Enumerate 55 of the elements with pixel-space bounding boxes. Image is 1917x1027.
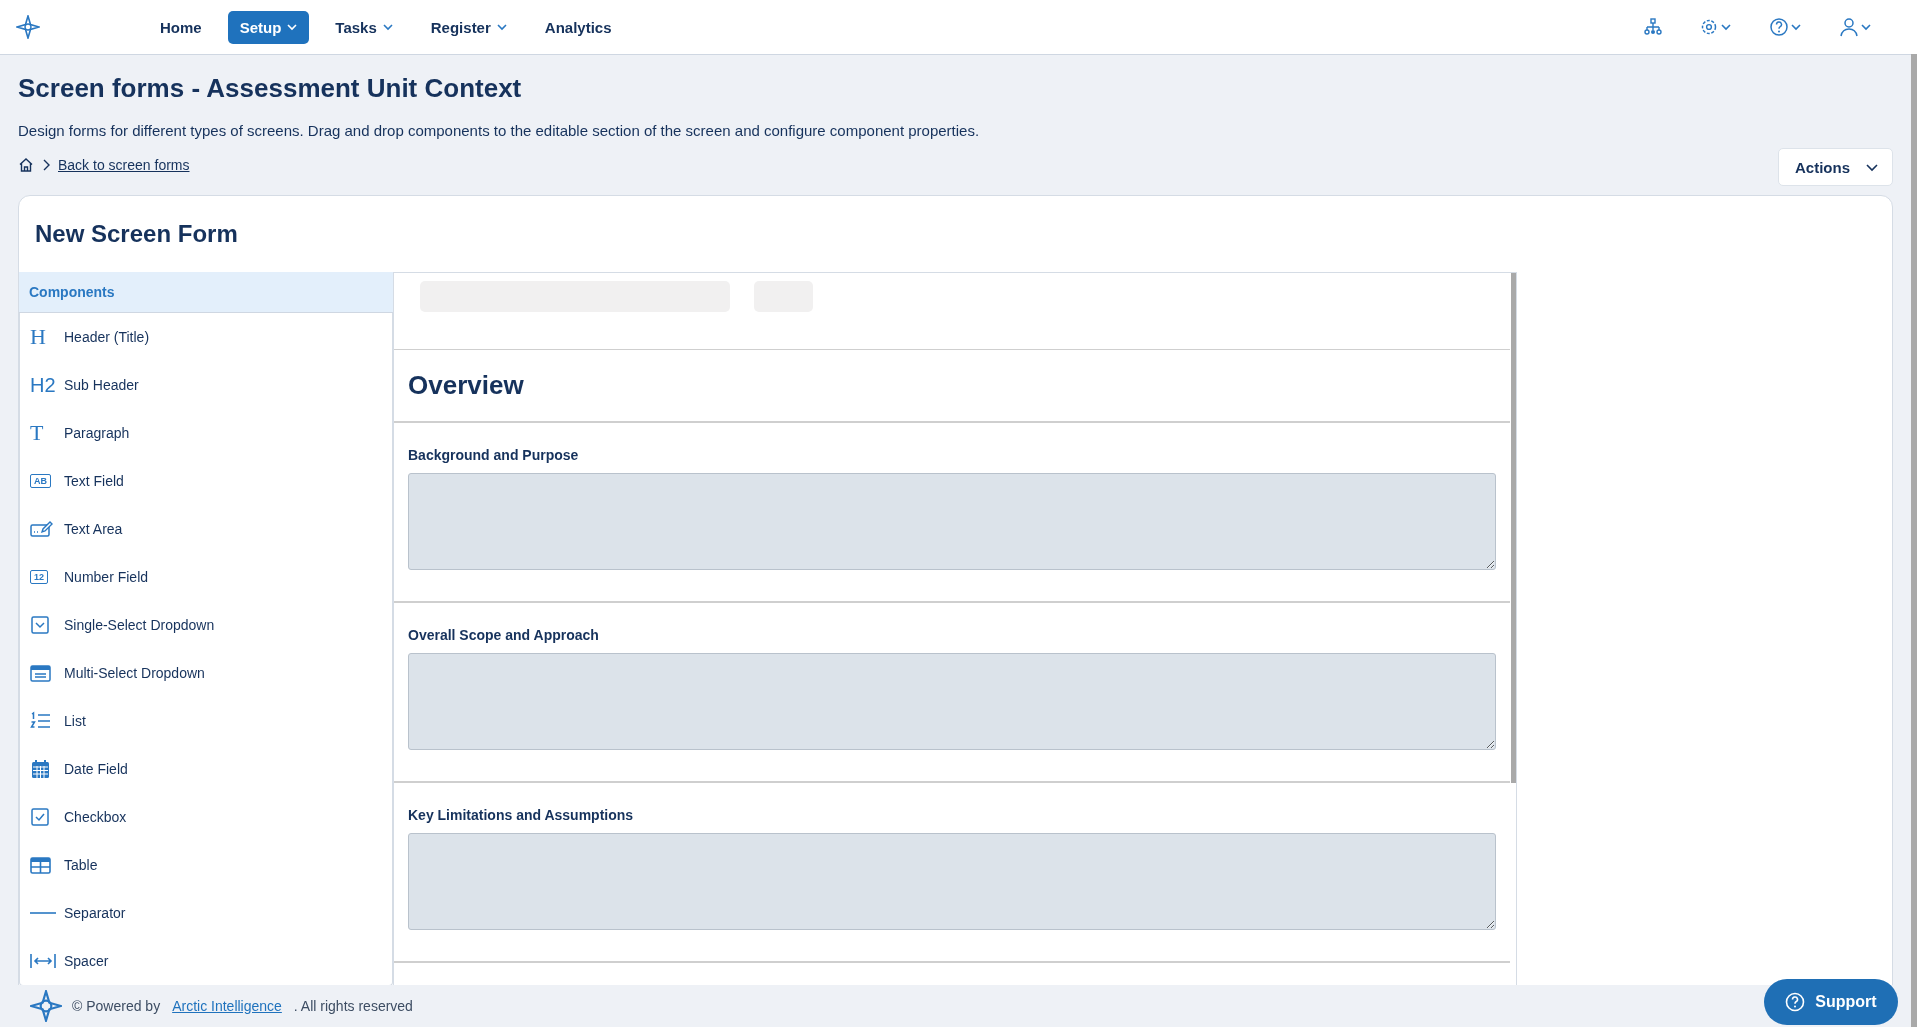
- component-item[interactable]: 12 Number Field: [20, 553, 392, 601]
- heading-glyph-icon: H2: [30, 375, 56, 395]
- chevron-right-icon: [42, 159, 50, 171]
- line-icon: [30, 912, 56, 914]
- nav-tab[interactable]: Home: [148, 10, 214, 44]
- nav-tab[interactable]: Tasks: [323, 10, 405, 44]
- user-icon[interactable]: [1839, 17, 1873, 37]
- section-heading: Overview: [408, 370, 524, 401]
- scrollbar[interactable]: [1911, 54, 1917, 1027]
- heading-glyph-icon: T: [30, 422, 44, 444]
- text-area-field[interactable]: [408, 473, 1496, 570]
- component-item[interactable]: H Header (Title): [20, 313, 392, 361]
- form-title: New Screen Form: [35, 220, 239, 248]
- settings-icon[interactable]: [1699, 17, 1733, 37]
- components-header: Components: [19, 272, 393, 313]
- footer-text: . All rights reserved: [293, 998, 413, 1014]
- component-item[interactable]: T Paragraph: [20, 409, 392, 457]
- nav-tab[interactable]: Register: [418, 10, 519, 44]
- page-description: Design forms for different types of screens. Drag and drop components to the editable section of the screen and configure component properties.: [18, 122, 980, 139]
- company-link[interactable]: Arctic Intelligence: [172, 998, 282, 1014]
- scrollbar[interactable]: [1511, 273, 1516, 783]
- footer-text: © Powered by: [72, 998, 161, 1014]
- actions-button[interactable]: Actions: [1778, 148, 1893, 186]
- text-area-field[interactable]: [408, 833, 1496, 930]
- field-label: Overall Scope and Approach: [408, 627, 600, 643]
- back-link[interactable]: Back to screen forms: [58, 157, 190, 173]
- help-icon: [1785, 992, 1806, 1012]
- caret-icon: [1866, 162, 1878, 172]
- support-button[interactable]: Support: [1764, 979, 1898, 1025]
- width-arrows-icon: [30, 951, 56, 971]
- field-label: Background and Purpose: [408, 447, 580, 463]
- component-item[interactable]: Separator: [20, 889, 392, 937]
- home-icon[interactable]: [18, 157, 34, 173]
- help-icon[interactable]: [1769, 17, 1803, 37]
- component-item[interactable]: Date Field: [20, 745, 392, 793]
- input-box-icon: AB: [30, 474, 51, 488]
- text-area-field[interactable]: [408, 653, 1496, 750]
- field-label: Key Limitations and Assumptions: [408, 807, 635, 823]
- component-item[interactable]: Text Area: [20, 505, 392, 553]
- logo-icon: [30, 990, 62, 1022]
- page-title: Screen forms - Assessment Unit Context: [18, 73, 523, 104]
- component-item[interactable]: Single-Select Dropdown: [20, 601, 392, 649]
- nav-tab[interactable]: Setup: [227, 10, 310, 44]
- hierarchy-icon[interactable]: [1643, 17, 1663, 37]
- component-item[interactable]: Multi-Select Dropdown: [20, 649, 392, 697]
- nav-tab[interactable]: Analytics: [532, 10, 624, 44]
- component-item[interactable]: H2 Sub Header: [20, 361, 392, 409]
- input-box-icon: 12: [30, 570, 48, 584]
- component-item[interactable]: AB Text Field: [20, 457, 392, 505]
- component-item[interactable]: List: [20, 697, 392, 745]
- logo-icon[interactable]: [16, 15, 40, 39]
- component-item[interactable]: Table: [20, 841, 392, 889]
- component-item[interactable]: Spacer: [20, 937, 392, 985]
- component-item[interactable]: Checkbox: [20, 793, 392, 841]
- heading-glyph-icon: H: [30, 326, 46, 348]
